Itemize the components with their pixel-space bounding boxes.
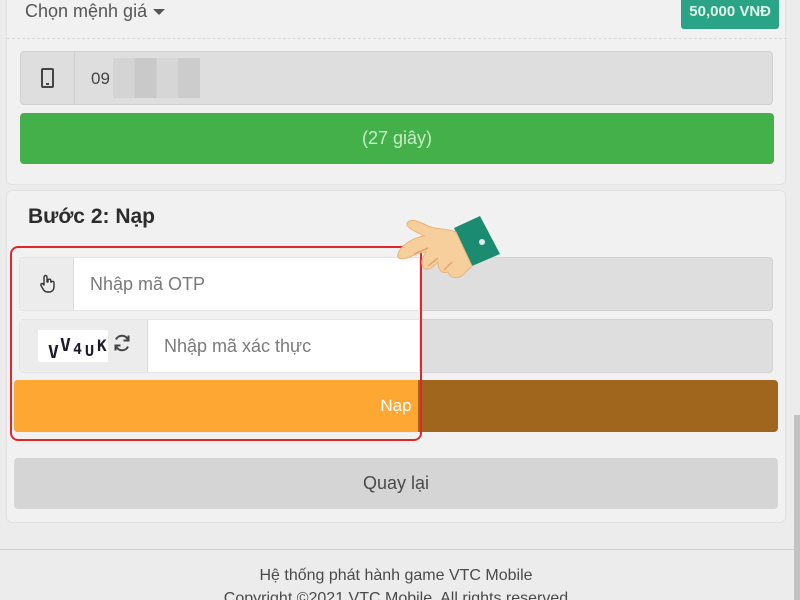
highlight-box — [10, 246, 422, 441]
phone-icon — [41, 68, 54, 88]
phone-addon — [21, 52, 75, 104]
footer-title: Hệ thống phát hành game VTC Mobile — [259, 567, 533, 584]
back-button[interactable]: Quay lại — [14, 458, 778, 509]
countdown-button[interactable]: (27 giây) — [20, 113, 774, 164]
step2-title: Bước 2: Nạp — [28, 205, 155, 228]
denomination-row[interactable]: Chọn mệnh giá 50,000 VNĐ — [7, 0, 787, 39]
footer-divider — [0, 549, 800, 550]
phone-number-redacted — [113, 58, 200, 98]
denomination-badge: 50,000 VNĐ — [681, 0, 779, 29]
scrollbar[interactable] — [794, 415, 800, 600]
denomination-dropdown[interactable]: Chọn mệnh giá — [25, 1, 166, 22]
phone-field: 09 — [20, 51, 773, 105]
pointing-hand-icon — [397, 216, 500, 279]
caret-down-icon — [153, 9, 166, 16]
step1-card: Chọn mệnh giá 50,000 VNĐ 09 (27 giây) — [6, 0, 787, 185]
footer-copyright: Copyright ©2021 VTC Mobile. All rights r… — [223, 590, 569, 600]
denomination-label: Chọn mệnh giá — [25, 1, 148, 21]
phone-value: 09 — [91, 69, 110, 88]
